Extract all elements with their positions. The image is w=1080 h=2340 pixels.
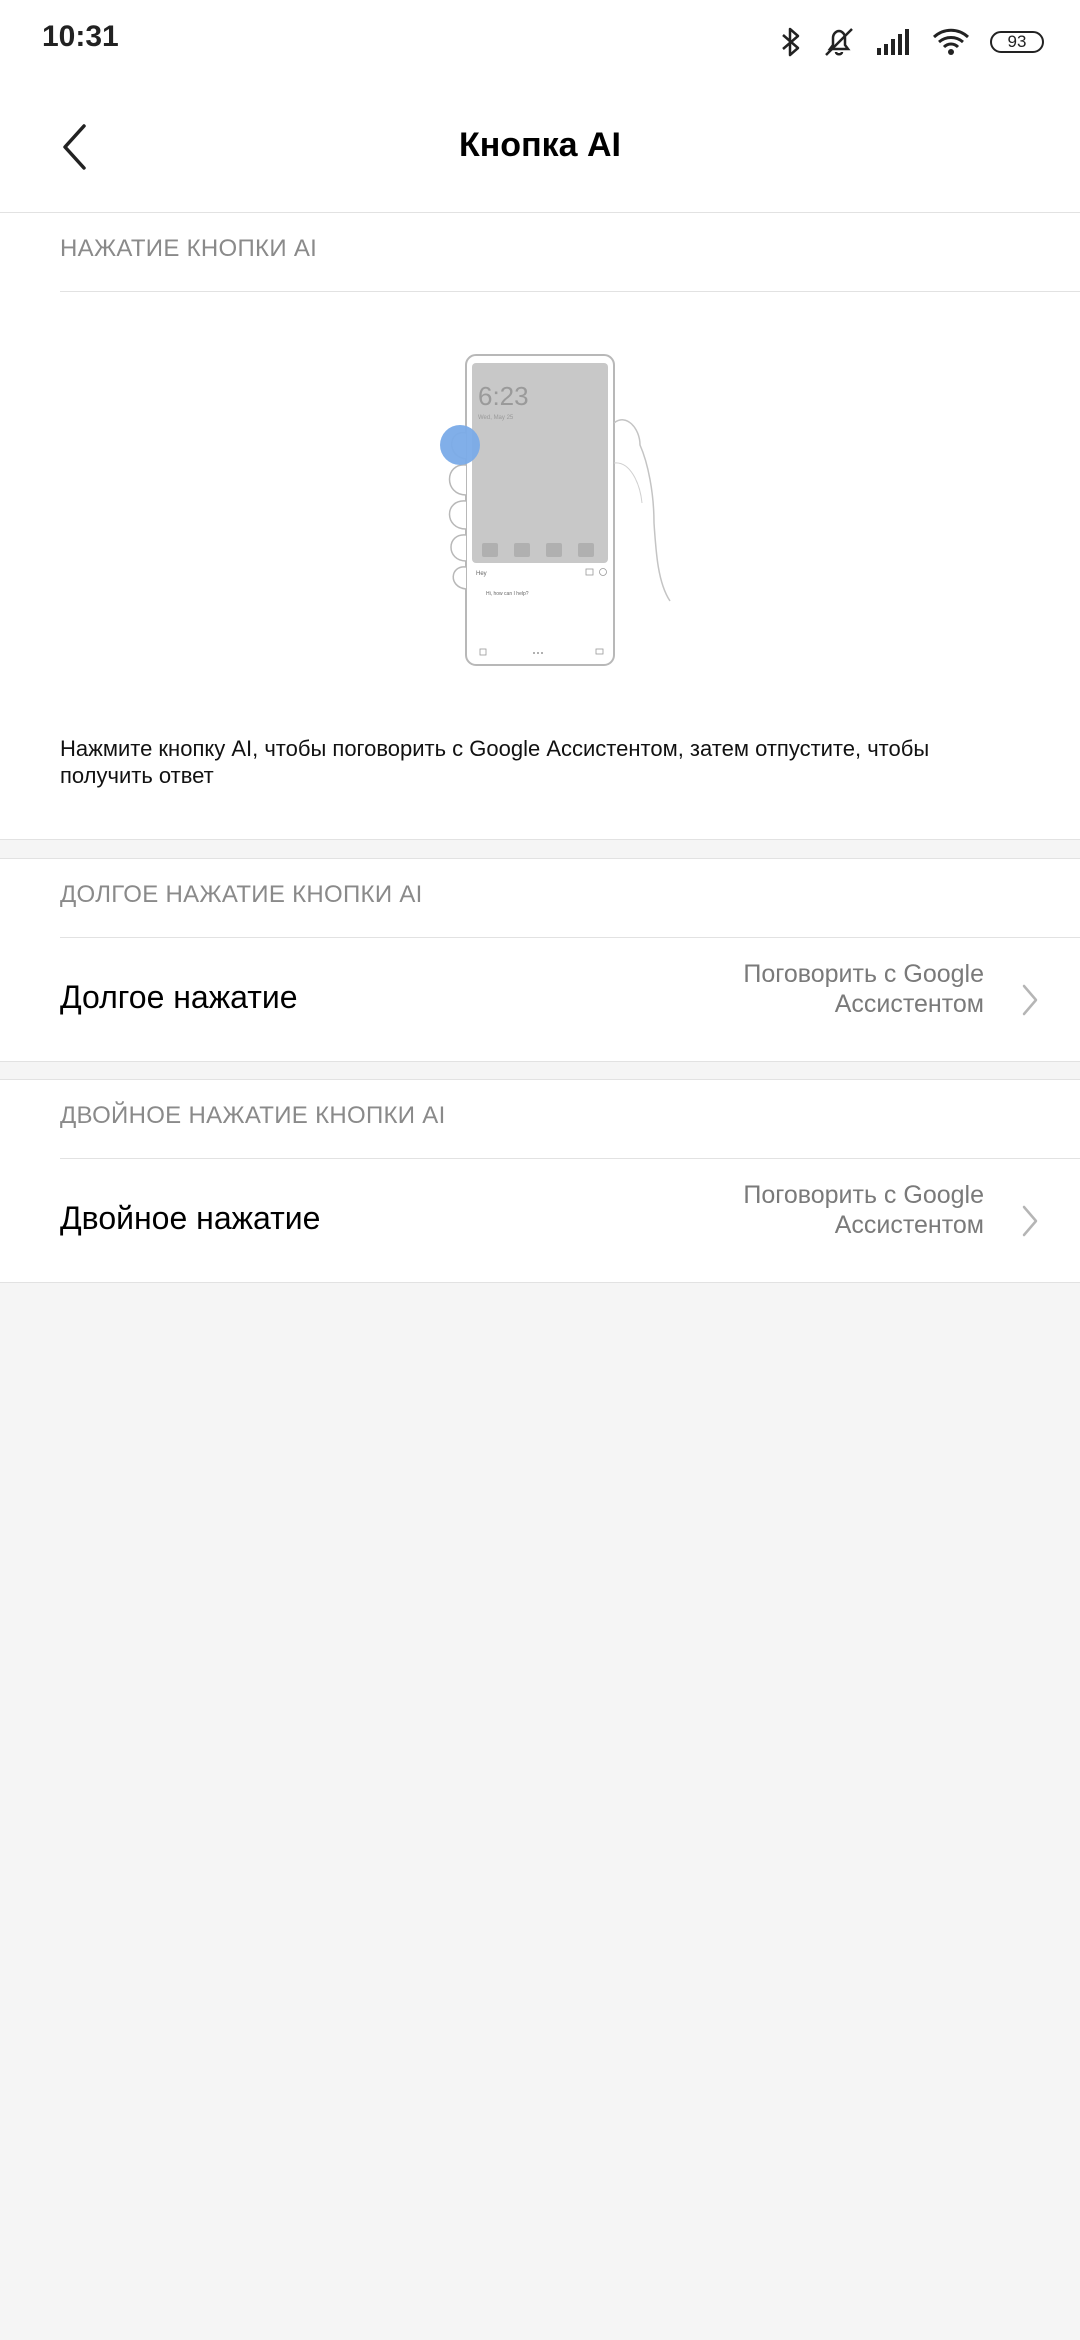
illustration-assistant-greeting: Hi, how can I help? [486, 591, 529, 597]
signal-icon [876, 28, 912, 56]
section-divider [60, 291, 1080, 292]
phone-press-illustration: 6:23 Wed, May 25 Hey Hi, how can I help? [430, 333, 700, 678]
page-title: Кнопка AI [459, 126, 621, 164]
double-press-row[interactable]: Двойное нажатие Поговорить с Google Асси… [0, 1160, 1080, 1280]
long-press-label: Долгое нажатие [60, 979, 298, 1015]
illustration-screen-time: 6:23 [478, 381, 529, 411]
section-divider [60, 1158, 1080, 1159]
status-time: 10:31 [42, 20, 119, 53]
status-bar: 10:31 93 [0, 0, 1080, 84]
double-press-label: Двойное нажатие [60, 1200, 321, 1236]
long-press-value: Поговорить с Google Ассистентом [743, 960, 984, 1018]
illustration-assistant-label: Hey [476, 571, 487, 577]
section-header-ai-press: НАЖАТИЕ КНОПКИ AI [60, 235, 318, 262]
section-ai-press: НАЖАТИЕ КНОПКИ AI 6:23 Wed, May 25 Hey H… [0, 212, 1080, 840]
chevron-right-icon [1020, 1204, 1040, 1243]
chevron-right-icon [1020, 983, 1040, 1022]
double-press-value: Поговорить с Google Ассистентом [743, 1181, 984, 1239]
battery-icon: 93 [990, 31, 1044, 53]
wifi-icon [932, 27, 970, 57]
status-icons: 93 [780, 22, 1044, 62]
battery-level: 93 [1007, 32, 1027, 51]
long-press-row[interactable]: Долгое нажатие Поговорить с Google Ассис… [0, 939, 1080, 1059]
mute-bell-icon [822, 26, 856, 58]
illustration-screen-date: Wed, May 25 [478, 415, 514, 421]
app-bar: Кнопка AI [0, 84, 1080, 213]
section-long-press: ДОЛГОЕ НАЖАТИЕ КНОПКИ AI Долгое нажатие … [0, 858, 1080, 1062]
section-header-double-press: ДВОЙНОЕ НАЖАТИЕ КНОПКИ AI [60, 1102, 446, 1129]
bluetooth-icon [780, 26, 802, 58]
ai-press-description: Нажмите кнопку AI, чтобы поговорить с Go… [60, 736, 930, 788]
section-header-long-press: ДОЛГОЕ НАЖАТИЕ КНОПКИ AI [60, 881, 423, 908]
section-divider [60, 937, 1080, 938]
section-double-press: ДВОЙНОЕ НАЖАТИЕ КНОПКИ AI Двойное нажати… [0, 1079, 1080, 1283]
